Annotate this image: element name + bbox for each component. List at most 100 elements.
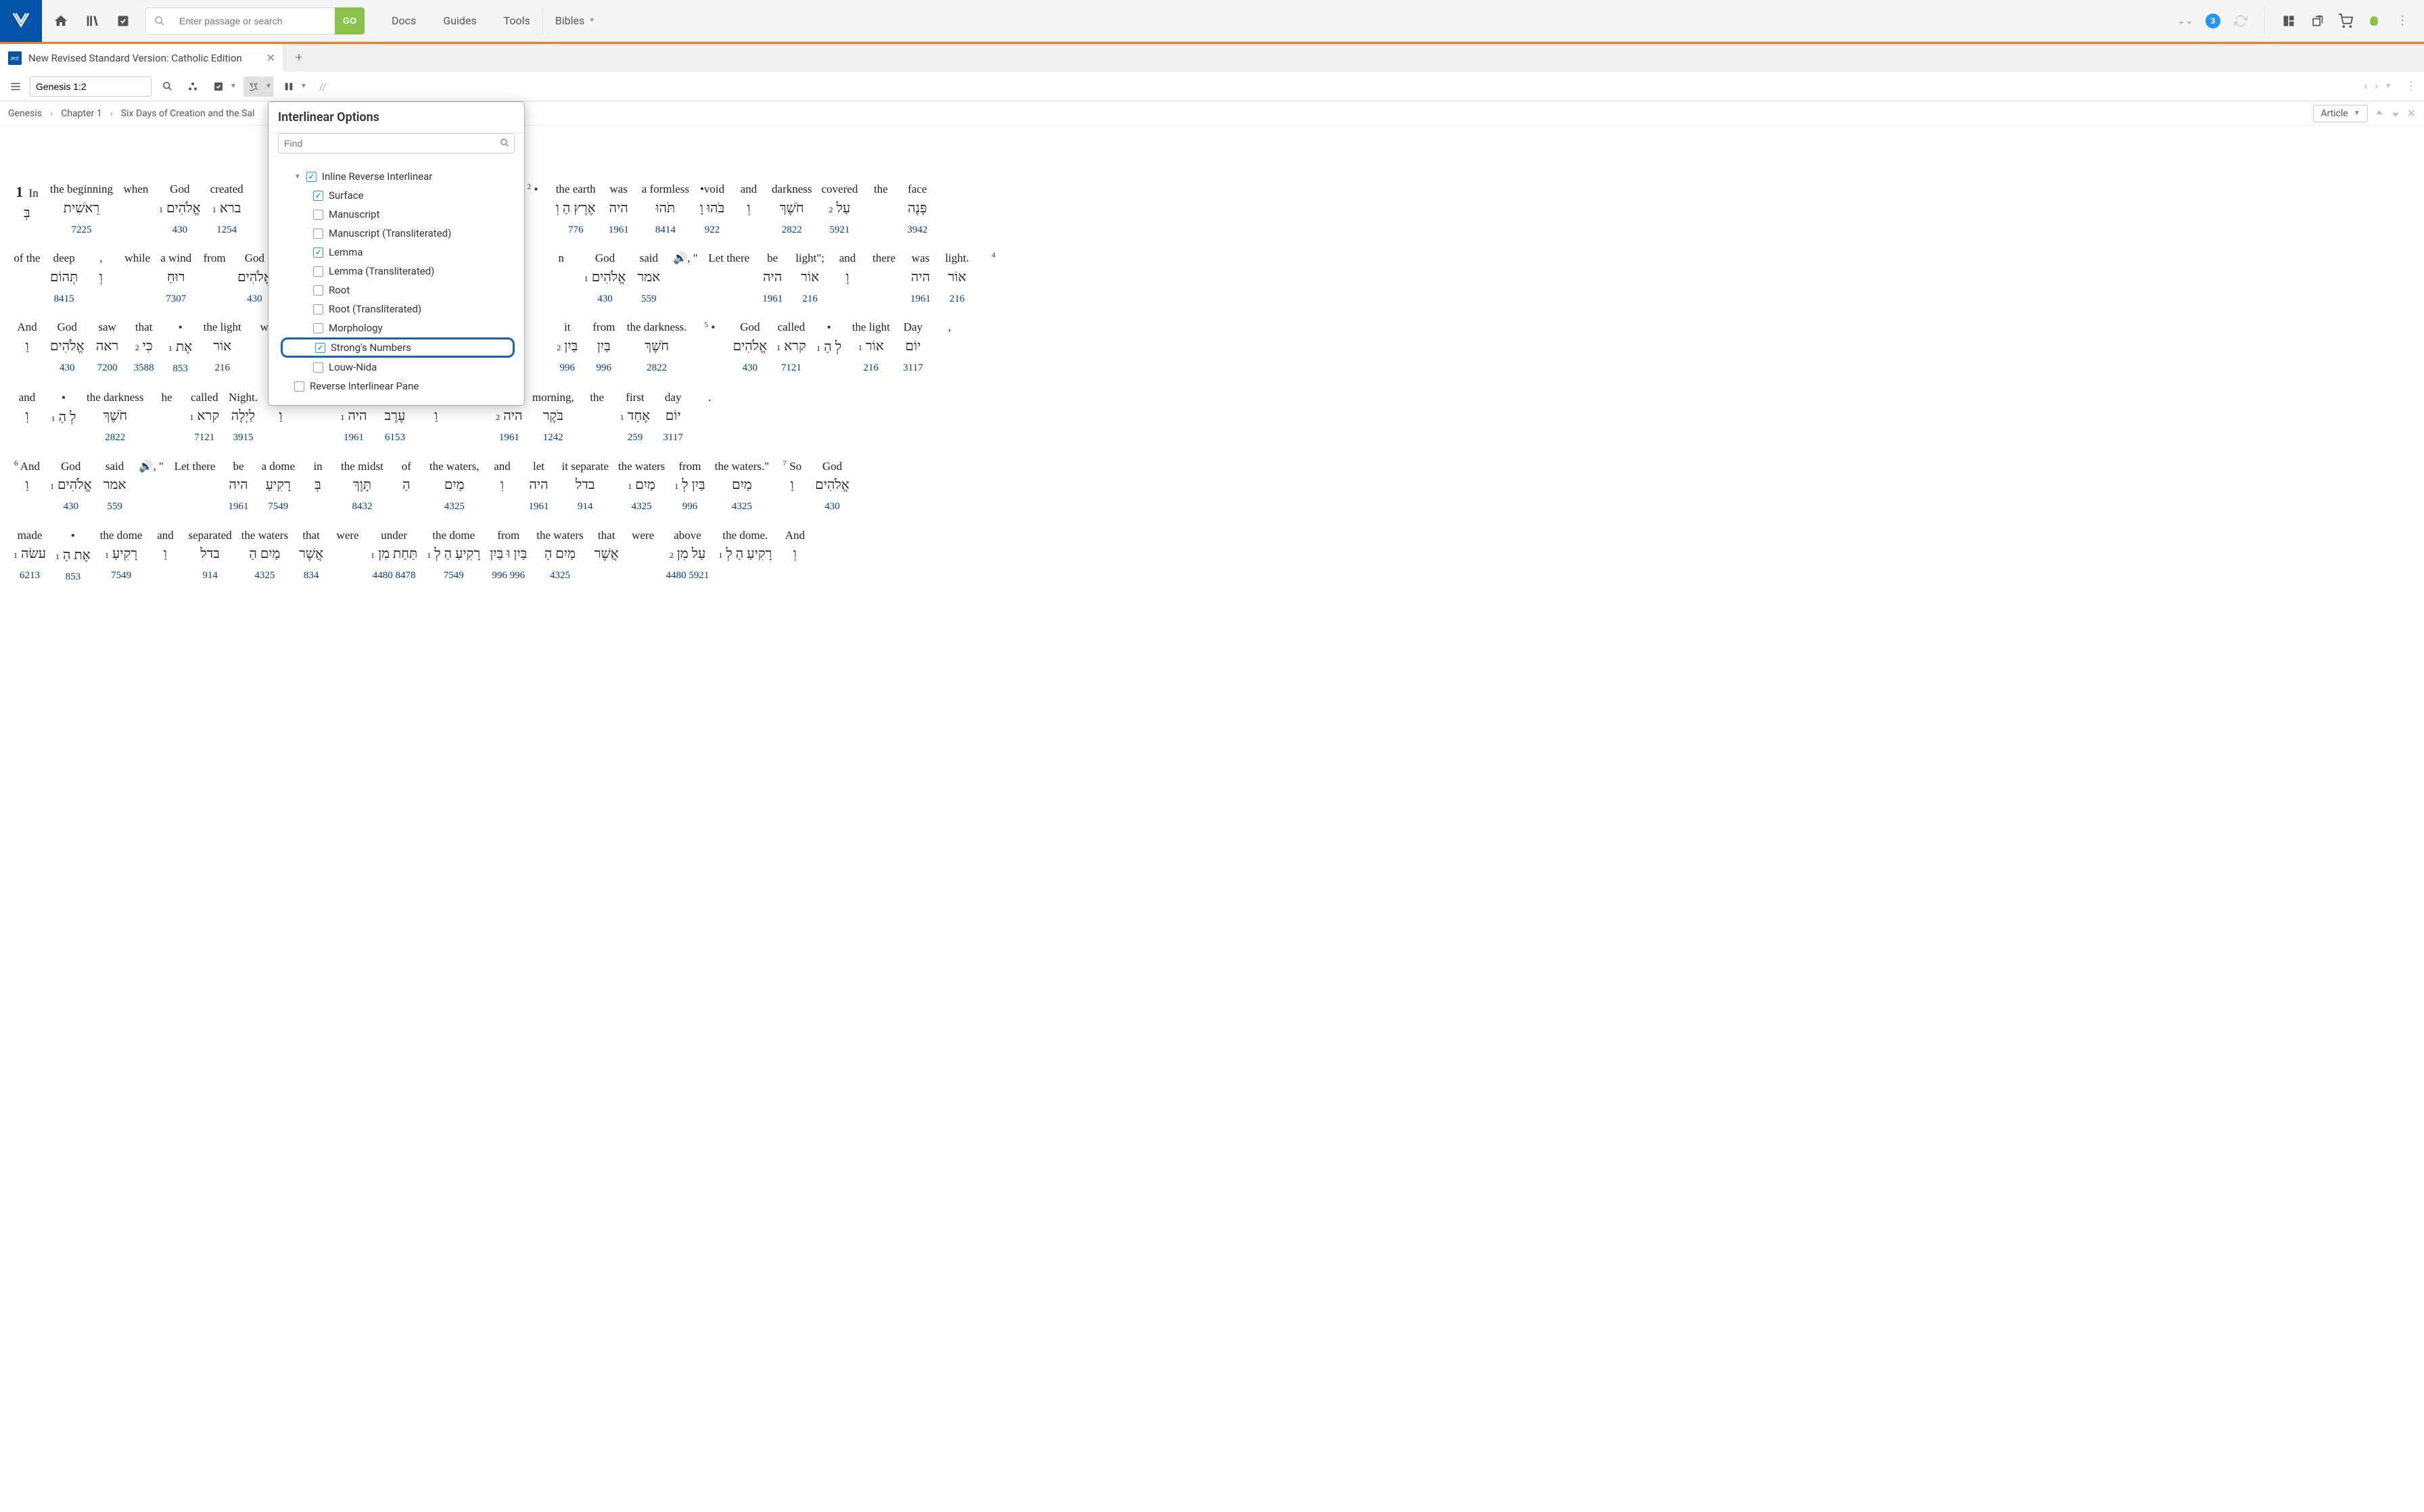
scroll-up-icon[interactable] <box>2375 109 2384 118</box>
strongs-number[interactable]: 430 <box>824 499 840 515</box>
columns-dropdown[interactable]: ▼ <box>299 82 308 90</box>
panel-find-input[interactable] <box>278 133 515 153</box>
word-stack[interactable]: beהיה1961 <box>225 458 252 515</box>
word-stack[interactable]: the waters."מַיִם4325 <box>715 458 770 515</box>
option-checkbox[interactable] <box>294 381 304 392</box>
layout-icon[interactable] <box>2281 13 2297 29</box>
word-stack[interactable]: from <box>201 250 228 287</box>
word-stack[interactable]: itבַּיִן 2996 <box>554 318 581 375</box>
word-stack[interactable]: Godאֱלֹהִים430 <box>815 458 849 515</box>
strongs-number[interactable]: 914 <box>202 568 218 584</box>
word-stack[interactable]: ofהַ <box>393 458 420 500</box>
option-checkbox[interactable] <box>306 172 317 182</box>
word-stack[interactable]: 🔊, " <box>672 250 699 287</box>
passage-search-icon[interactable] <box>157 76 177 97</box>
word-stack[interactable]: the dome.רָקִיעַ הַ לְ 1 <box>718 527 772 569</box>
strongs-number[interactable]: 1961 <box>529 499 549 515</box>
word-stack[interactable]: madeעשׂה 16213 <box>14 527 46 584</box>
word-stack[interactable]: there <box>870 250 898 287</box>
word-stack[interactable]: dayיוֹם3117 <box>659 389 686 446</box>
nav-next-icon[interactable]: › <box>2375 79 2378 93</box>
strongs-number[interactable]: 853 <box>66 569 81 585</box>
option-row[interactable]: Lemma (Transliterated) <box>278 262 515 281</box>
passage-input[interactable] <box>30 76 152 97</box>
word-stack[interactable]: Godאֱלֹהִים430 <box>733 318 768 375</box>
option-checkbox[interactable] <box>313 191 323 201</box>
strongs-number[interactable]: 259 <box>628 430 643 446</box>
word-stack[interactable]: 7 Soוַ <box>778 458 806 500</box>
resource-tab[interactable]: NRSV New Revised Standard Version: Catho… <box>0 44 284 72</box>
word-stack[interactable]: wasהיה1961 <box>907 250 934 306</box>
strongs-number[interactable]: 430 <box>172 222 188 238</box>
notification-badge[interactable]: 3 <box>2206 14 2220 28</box>
word-stack[interactable]: letהיה1961 <box>526 458 553 515</box>
word-stack[interactable]: thatאֲשֶׁר834 <box>298 527 325 584</box>
word-stack[interactable]: Godאֱלֹהִים 1430 <box>584 250 626 306</box>
kebab-menu-icon[interactable]: ⋮ <box>2394 13 2410 29</box>
option-checkbox[interactable] <box>313 247 323 258</box>
strongs-number[interactable]: 1961 <box>499 430 519 446</box>
sync-icon[interactable] <box>2233 13 2249 29</box>
strongs-number[interactable]: 776 <box>568 222 584 238</box>
interlinear-button[interactable] <box>243 76 264 97</box>
strongs-number[interactable]: 4325 <box>254 568 275 584</box>
caret-icon[interactable]: ▼ <box>294 173 301 181</box>
breadcrumb-book[interactable]: Genesis <box>8 108 42 119</box>
strongs-number[interactable]: 1961 <box>762 291 783 307</box>
option-row[interactable]: Root (Transliterated) <box>278 300 515 318</box>
word-stack[interactable]: sawראה7200 <box>94 318 121 375</box>
option-row[interactable]: Reverse Interlinear Pane <box>278 377 515 396</box>
strongs-number[interactable]: 216 <box>214 360 230 376</box>
strongs-number[interactable]: 216 <box>864 360 879 376</box>
nav-guides[interactable]: Guides <box>443 14 476 27</box>
word-stack[interactable]: the darknessחֹשֶׁךְ2822 <box>87 389 144 446</box>
word-stack[interactable]: faceפָּנֶה3942 <box>904 181 931 237</box>
library-button[interactable] <box>76 0 108 42</box>
option-checkbox[interactable] <box>313 229 323 239</box>
word-stack[interactable]: Night.לַיְלָה3915 <box>229 389 258 446</box>
user-icon[interactable] <box>2366 13 2382 29</box>
word-stack[interactable]: underתַּחַת מִן 14480 8478 <box>371 527 417 584</box>
strongs-number[interactable]: 1961 <box>910 291 931 307</box>
word-stack[interactable]: a formlessתֹּהוּ8414 <box>642 181 689 237</box>
word-stack[interactable]: 4 <box>980 250 1007 287</box>
word-stack[interactable]: deepתְּהוֹם8415 <box>50 250 78 306</box>
strongs-number[interactable]: 3915 <box>233 430 254 446</box>
word-stack[interactable]: the domeרָקִיעַ הַ לְ 17549 <box>427 527 480 584</box>
option-checkbox[interactable] <box>313 210 323 220</box>
checklist-button[interactable] <box>108 0 139 42</box>
strongs-number[interactable]: 6213 <box>20 568 40 584</box>
word-stack[interactable]: •voidבֹּהוּ וָ922 <box>699 181 726 237</box>
word-stack[interactable]: were <box>630 527 657 565</box>
option-row[interactable]: Surface <box>278 186 515 205</box>
word-stack[interactable]: andוַ <box>152 527 179 569</box>
word-stack[interactable]: andוְ <box>834 250 861 291</box>
word-stack[interactable]: ,וְ <box>87 250 114 291</box>
option-checkbox[interactable] <box>313 266 323 277</box>
strongs-number[interactable]: 3588 <box>134 360 154 376</box>
strongs-number[interactable]: 2822 <box>782 222 802 238</box>
strongs-number[interactable]: 3942 <box>907 222 927 238</box>
strongs-number[interactable]: 1961 <box>344 430 364 446</box>
word-stack[interactable]: calledקרא 17121 <box>190 389 220 446</box>
parallel-icon[interactable] <box>183 76 203 97</box>
expand-icon[interactable]: ⌄⌄ <box>2177 13 2193 29</box>
word-stack[interactable]: 1 Inבְּ <box>14 181 41 227</box>
word-stack[interactable]: aboveעַל מִן 24480 5921 <box>666 527 709 584</box>
strongs-number[interactable]: 4325 <box>732 499 752 515</box>
panel-menu-icon[interactable] <box>7 78 24 95</box>
app-logo[interactable] <box>0 0 42 42</box>
option-row[interactable]: Lemma <box>278 243 515 262</box>
tab-close-icon[interactable]: ✕ <box>266 51 275 64</box>
breadcrumb-section[interactable]: Six Days of Creation and the Sal <box>121 108 255 119</box>
strongs-number[interactable]: 7121 <box>781 360 801 376</box>
strongs-number[interactable]: 1961 <box>609 222 629 238</box>
word-stack[interactable]: it separateבדל914 <box>562 458 609 515</box>
word-stack[interactable]: n <box>548 250 575 287</box>
word-stack[interactable]: Godאֱלֹהִים 1430 <box>50 458 92 515</box>
strongs-number[interactable]: 7549 <box>268 499 288 515</box>
word-stack[interactable]: the <box>584 389 611 427</box>
close-breadcrumb-icon[interactable]: ✕ <box>2407 107 2416 120</box>
strongs-number[interactable]: 922 <box>705 222 720 238</box>
panel-kebab-icon[interactable]: ⋮ <box>2405 79 2417 93</box>
